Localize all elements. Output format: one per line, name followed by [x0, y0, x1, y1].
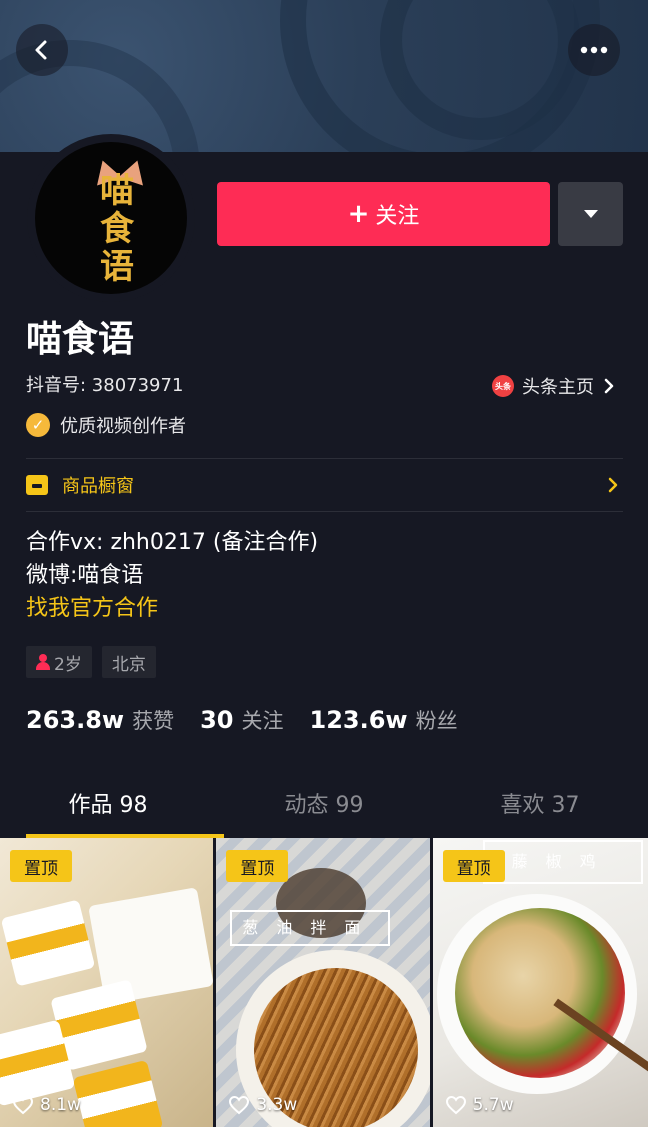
likes-count: 5.7w — [472, 1095, 514, 1115]
heart-icon — [445, 1095, 466, 1115]
avatar-logo-text: 喵食语 — [100, 171, 134, 287]
stat-number: 30 — [200, 706, 234, 734]
person-icon — [36, 654, 50, 670]
profile-tags: 2岁 北京 — [26, 646, 166, 678]
stat-number: 123.6w — [309, 706, 408, 734]
heart-icon — [229, 1095, 250, 1115]
verified-badge: ✓ 优质视频创作者 — [26, 410, 186, 440]
avatar[interactable]: 喵食语 — [35, 142, 187, 294]
toutiao-label: 头条主页 — [522, 377, 594, 398]
likes-count: 3.3w — [256, 1095, 298, 1115]
bio-line: 合作vx: zhh0217 (备注合作) — [26, 530, 319, 555]
tab-works[interactable]: 作品 98 — [0, 782, 224, 838]
followers-stat[interactable]: 123.6w 粉丝 — [310, 705, 458, 735]
follow-label: 关注 — [375, 204, 420, 229]
product-showcase-label: 商品橱窗 — [62, 476, 134, 497]
follow-button[interactable]: + 关注 — [217, 182, 550, 246]
likes-stat: 263.8w 获赞 — [26, 705, 174, 735]
video-grid: 置顶 8.1w 葱油拌面 置顶 3.3w 藤椒鸡 置顶 5.7w — [0, 838, 648, 1127]
verified-label: 优质视频创作者 — [60, 416, 186, 437]
video-thumbnail[interactable]: 藤椒鸡 置顶 5.7w — [432, 838, 648, 1127]
content-tabs: 作品 98 动态 99 喜欢 37 — [0, 782, 648, 838]
tab-likes[interactable]: 喜欢 37 — [432, 782, 648, 838]
stat-label: 关注 — [241, 709, 284, 733]
heart-icon — [12, 1095, 34, 1115]
chevron-right-icon — [604, 378, 614, 394]
profile-bio: 合作vx: zhh0217 (备注合作) 微博:喵食语 找我官方合作 — [26, 526, 318, 625]
video-likes: 8.1w — [12, 1095, 81, 1115]
divider — [26, 511, 623, 512]
check-badge-icon: ✓ — [26, 413, 50, 437]
divider — [26, 458, 623, 459]
likes-count: 8.1w — [40, 1095, 81, 1115]
bio-line: 微博:喵食语 — [26, 563, 144, 588]
video-thumbnail[interactable]: 葱油拌面 置顶 3.3w — [216, 838, 430, 1127]
jelly-cube — [72, 1059, 164, 1127]
douyin-id: 抖音号: 38073971 — [26, 375, 184, 396]
profile-name: 喵食语 — [26, 319, 135, 360]
recommend-dropdown-button[interactable] — [558, 182, 623, 246]
stat-label: 获赞 — [132, 709, 175, 733]
official-cooperation-link[interactable]: 找我官方合作 — [26, 592, 318, 625]
pinned-badge: 置顶 — [10, 850, 72, 882]
profile-cover — [0, 0, 648, 152]
following-stat[interactable]: 30 关注 — [200, 705, 283, 735]
dish-sign: 藤椒鸡 — [482, 840, 643, 884]
video-likes: 3.3w — [228, 1095, 297, 1115]
shop-icon — [26, 475, 48, 495]
stat-label: 粉丝 — [415, 709, 458, 733]
tab-moments[interactable]: 动态 99 — [216, 782, 432, 838]
location-tag: 北京 — [101, 646, 156, 678]
product-showcase-row[interactable]: 商品橱窗 — [26, 460, 623, 510]
chevron-right-icon — [607, 460, 619, 510]
age-tag: 2岁 — [26, 646, 92, 678]
more-button[interactable] — [568, 24, 620, 76]
stat-number: 263.8w — [26, 706, 125, 734]
pinned-badge: 置顶 — [226, 850, 289, 882]
avatar-frame: 喵食语 — [27, 134, 195, 302]
toutiao-homepage-link[interactable]: 头条 头条主页 — [492, 372, 616, 400]
dish-sign: 葱油拌面 — [230, 910, 391, 946]
age-label: 2岁 — [54, 654, 82, 675]
more-horizontal-icon — [580, 46, 608, 54]
back-button[interactable] — [16, 24, 68, 76]
jelly-cube — [0, 899, 96, 987]
toutiao-icon: 头条 — [492, 375, 514, 397]
pinned-badge: 置顶 — [442, 850, 505, 882]
video-thumbnail[interactable]: 置顶 8.1w — [0, 838, 214, 1127]
pepper-chicken — [454, 908, 625, 1078]
video-likes: 5.7w — [445, 1095, 514, 1115]
chevron-left-icon — [35, 40, 47, 60]
plus-icon: + — [347, 199, 370, 229]
location-label: 北京 — [111, 654, 146, 675]
caret-down-icon — [583, 210, 598, 218]
profile-stats: 263.8w 获赞 30 关注 123.6w 粉丝 — [26, 705, 484, 735]
